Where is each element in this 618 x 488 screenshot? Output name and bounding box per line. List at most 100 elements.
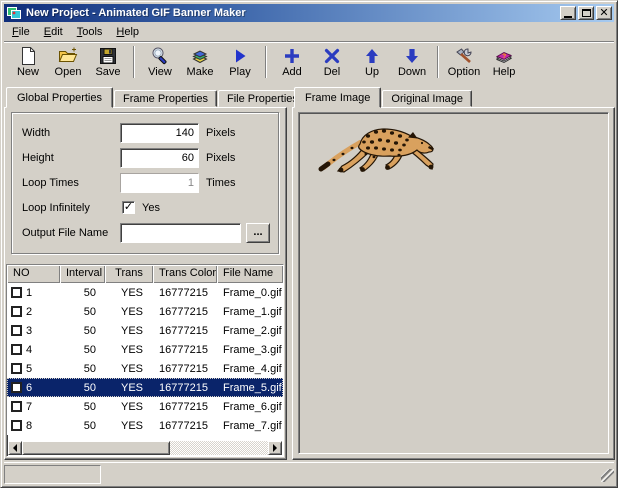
table-row[interactable]: 550YES16777215Frame_4.gif bbox=[7, 359, 283, 378]
table-cell: 7 bbox=[7, 401, 60, 413]
table-row[interactable]: 450YES16777215Frame_3.gif bbox=[7, 340, 283, 359]
table-cell: Frame_1.gif bbox=[217, 306, 283, 318]
open-folder-icon bbox=[58, 46, 78, 66]
del-button[interactable]: Del bbox=[312, 44, 352, 81]
close-icon: ✕ bbox=[599, 8, 608, 18]
menu-file[interactable]: File bbox=[5, 24, 37, 40]
status-panel bbox=[4, 465, 101, 484]
title-bar: New Project - Animated GIF Banner Maker … bbox=[4, 4, 614, 22]
properties-tabs: Global Properties Frame Properties File … bbox=[4, 86, 287, 107]
column-header-file-name[interactable]: File Name bbox=[217, 265, 283, 283]
open-button[interactable]: Open bbox=[48, 44, 88, 81]
image-tab-control: Frame Image Original Image bbox=[292, 86, 615, 460]
row-checkbox[interactable] bbox=[11, 287, 22, 298]
horizontal-scrollbar[interactable] bbox=[8, 441, 282, 455]
loop-infinitely-option-label: Yes bbox=[142, 202, 160, 214]
row-checkbox[interactable] bbox=[11, 306, 22, 317]
column-header-trans-color[interactable]: Trans Color bbox=[153, 265, 217, 283]
table-cell: 1 bbox=[7, 287, 60, 299]
tab-frame-properties[interactable]: Frame Properties bbox=[114, 90, 217, 107]
resize-grip-icon[interactable] bbox=[601, 469, 614, 482]
new-document-icon bbox=[18, 46, 38, 66]
make-button[interactable]: Make bbox=[180, 44, 220, 81]
help-button[interactable]: ? Help bbox=[484, 44, 524, 81]
row-checkbox[interactable] bbox=[11, 420, 22, 431]
menu-help[interactable]: Help bbox=[109, 24, 146, 40]
column-header-no[interactable]: NO bbox=[7, 265, 60, 283]
table-cell: 50 bbox=[60, 401, 105, 413]
width-label: Width bbox=[22, 127, 50, 139]
minimize-button[interactable] bbox=[560, 6, 576, 20]
table-cell: 3 bbox=[7, 325, 60, 337]
tab-original-image[interactable]: Original Image bbox=[382, 90, 472, 107]
new-button[interactable]: New bbox=[8, 44, 48, 81]
column-header-interval[interactable]: Interval bbox=[60, 265, 105, 283]
book-icon: ? bbox=[494, 46, 514, 66]
width-field[interactable] bbox=[120, 123, 199, 143]
up-button[interactable]: Up bbox=[352, 44, 392, 81]
table-cell: YES bbox=[105, 344, 153, 356]
table-cell: 6 bbox=[7, 382, 60, 394]
table-row[interactable]: 750YES16777215Frame_6.gif bbox=[7, 397, 283, 416]
save-button[interactable]: Save bbox=[88, 44, 128, 81]
row-checkbox[interactable] bbox=[11, 344, 22, 355]
magnifier-icon bbox=[150, 46, 170, 66]
arrow-down-icon bbox=[402, 46, 422, 66]
table-cell: Frame_4.gif bbox=[217, 363, 283, 375]
width-unit: Pixels bbox=[206, 127, 235, 139]
table-row[interactable]: 650YES16777215Frame_5.gif bbox=[7, 378, 283, 397]
scrollbar-track[interactable] bbox=[170, 441, 268, 455]
down-button[interactable]: Down bbox=[392, 44, 432, 81]
layers-icon bbox=[190, 46, 210, 66]
window-title: New Project - Animated GIF Banner Maker bbox=[26, 7, 558, 19]
tab-global-properties[interactable]: Global Properties bbox=[6, 87, 113, 108]
scroll-right-button[interactable] bbox=[268, 441, 282, 455]
image-tabs: Frame Image Original Image bbox=[292, 86, 615, 107]
loop-infinitely-checkbox[interactable] bbox=[122, 201, 135, 214]
close-button[interactable]: ✕ bbox=[596, 6, 612, 20]
frame-image-page bbox=[292, 107, 615, 460]
height-field[interactable] bbox=[120, 148, 199, 168]
tools-icon bbox=[454, 46, 474, 66]
view-button[interactable]: View bbox=[140, 44, 180, 81]
toolbar-separator bbox=[133, 46, 135, 78]
scroll-left-button[interactable] bbox=[8, 441, 22, 455]
table-cell: 50 bbox=[60, 382, 105, 394]
table-cell: 16777215 bbox=[153, 325, 217, 337]
status-bar bbox=[4, 462, 614, 484]
table-cell: YES bbox=[105, 401, 153, 413]
height-unit: Pixels bbox=[206, 152, 235, 164]
browse-button[interactable]: ... bbox=[246, 223, 270, 243]
menu-edit[interactable]: Edit bbox=[37, 24, 70, 40]
row-checkbox[interactable] bbox=[11, 325, 22, 336]
row-checkbox[interactable] bbox=[11, 382, 22, 393]
column-header-trans[interactable]: Trans bbox=[105, 265, 153, 283]
option-button[interactable]: Option bbox=[444, 44, 484, 81]
table-cell: 50 bbox=[60, 363, 105, 375]
maximize-icon bbox=[582, 9, 591, 17]
row-checkbox[interactable] bbox=[11, 401, 22, 412]
table-row[interactable]: 250YES16777215Frame_1.gif bbox=[7, 302, 283, 321]
table-row[interactable]: 850YES16777215Frame_7.gif bbox=[7, 416, 283, 435]
table-cell: YES bbox=[105, 325, 153, 337]
table-cell: Frame_3.gif bbox=[217, 344, 283, 356]
maximize-button[interactable] bbox=[578, 6, 594, 20]
table-cell: 50 bbox=[60, 287, 105, 299]
toolbar-separator bbox=[437, 46, 439, 78]
table-row[interactable]: 350YES16777215Frame_2.gif bbox=[7, 321, 283, 340]
loop-times-field bbox=[120, 173, 199, 193]
tab-frame-image[interactable]: Frame Image bbox=[294, 87, 381, 108]
scrollbar-thumb[interactable] bbox=[22, 441, 170, 455]
menu-tools[interactable]: Tools bbox=[70, 24, 110, 40]
table-cell: 16777215 bbox=[153, 344, 217, 356]
table-row[interactable]: 150YES16777215Frame_0.gif bbox=[7, 283, 283, 302]
menu-bar: File Edit Tools Help bbox=[4, 22, 614, 41]
frame-table-header: NO Interval Trans Trans Color File Name bbox=[7, 265, 283, 283]
row-checkbox[interactable] bbox=[11, 363, 22, 374]
add-button[interactable]: Add bbox=[272, 44, 312, 81]
frame-table: NO Interval Trans Trans Color File Name … bbox=[6, 264, 284, 457]
output-file-field[interactable] bbox=[120, 223, 241, 243]
loop-times-label: Loop Times bbox=[22, 177, 79, 189]
table-cell: 50 bbox=[60, 344, 105, 356]
play-button[interactable]: Play bbox=[220, 44, 260, 81]
